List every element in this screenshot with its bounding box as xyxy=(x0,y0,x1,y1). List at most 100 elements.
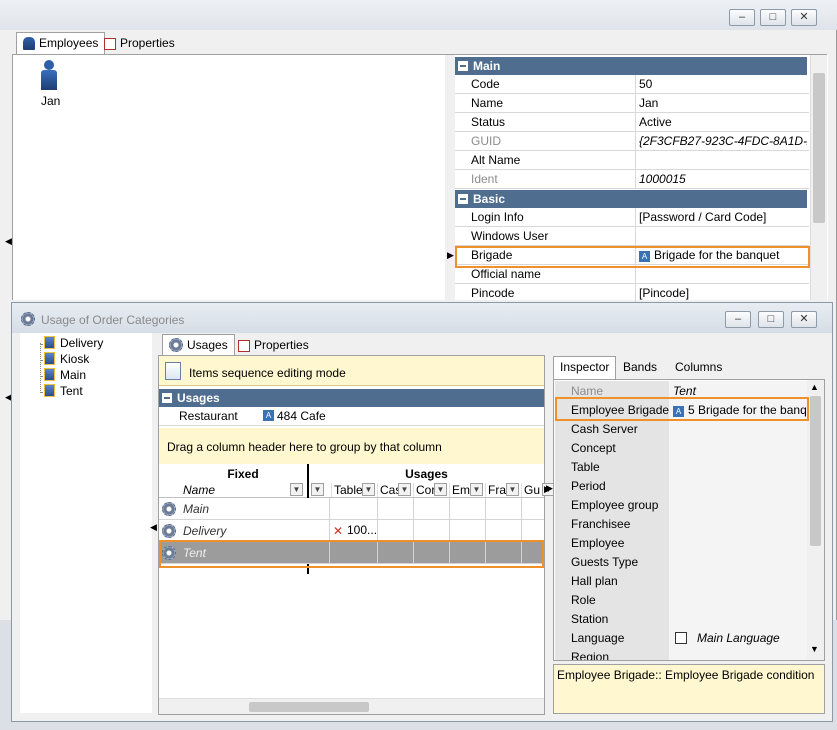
inspector-value[interactable] xyxy=(669,476,807,495)
scroll-thumb[interactable] xyxy=(249,702,369,712)
left-splitter-arrow[interactable]: ◀ xyxy=(5,236,12,247)
band-fixed[interactable]: Fixed xyxy=(179,467,307,481)
tree-item-delivery[interactable]: Delivery xyxy=(44,336,103,352)
usage-maximize-button[interactable]: □ xyxy=(758,311,784,328)
tab-properties[interactable]: Properties xyxy=(98,33,181,55)
inspector-row-station[interactable]: Station xyxy=(555,609,821,628)
chevron-down-icon[interactable]: ▼ xyxy=(398,483,411,496)
inspector-row-guests-type[interactable]: Guests Type xyxy=(555,552,821,571)
panel-splitter-arrow[interactable]: ▶ xyxy=(546,483,553,494)
inspector-value[interactable] xyxy=(669,609,807,628)
tree-item-main[interactable]: Main xyxy=(44,368,86,384)
property-row-ident[interactable]: Ident 1000015 xyxy=(455,170,809,189)
right-splitter-arrow[interactable]: ▶ xyxy=(447,250,454,261)
tree-item-kiosk[interactable]: Kiosk xyxy=(44,352,89,368)
chevron-down-icon[interactable]: ▼ xyxy=(290,483,303,496)
inspector-value[interactable]: Main Language xyxy=(669,628,807,647)
property-value[interactable]: 1000015 xyxy=(639,172,807,186)
chevron-down-icon[interactable]: ▼ xyxy=(506,483,519,496)
property-row-name[interactable]: Name Jan xyxy=(455,94,809,113)
inspector-scrollbar[interactable]: ▲ ▼ xyxy=(807,380,824,660)
inspector-row-region[interactable]: Region xyxy=(555,647,821,660)
inspector-value[interactable] xyxy=(669,647,807,660)
inspector-value[interactable] xyxy=(669,590,807,609)
inspector-row-employee[interactable]: Employee xyxy=(555,533,821,552)
property-row-login-info[interactable]: Login Info [Password / Card Code] xyxy=(455,208,809,227)
property-row-pincode[interactable]: Pincode [Pincode] xyxy=(455,284,809,303)
scroll-thumb[interactable] xyxy=(813,73,825,223)
property-row-guid[interactable]: GUID {2F3CFB27-923C-4FDC-8A1D-A34 xyxy=(455,132,809,151)
inspector-row-employee-group[interactable]: Employee group xyxy=(555,495,821,514)
group-by-area[interactable]: Drag a column header here to group by th… xyxy=(159,428,544,464)
grid-scroll-left[interactable]: ◀ xyxy=(150,522,157,533)
usage-minimize-button[interactable]: – xyxy=(725,311,751,328)
inspector-row-role[interactable]: Role xyxy=(555,590,821,609)
table-row[interactable]: Delivery ✕ 100... xyxy=(159,520,544,542)
chevron-down-icon[interactable]: ▼ xyxy=(434,483,447,496)
section-main[interactable]: Main xyxy=(455,57,807,75)
inspector-row-hall-plan[interactable]: Hall plan xyxy=(555,571,821,590)
property-value[interactable]: 50 xyxy=(639,77,807,91)
property-scrollbar[interactable] xyxy=(810,55,827,300)
col-name[interactable]: Name ▼ xyxy=(183,483,303,497)
remove-icon[interactable]: ✕ xyxy=(333,524,343,538)
mode-bar[interactable]: Items sequence editing mode xyxy=(159,356,544,386)
property-value[interactable]: [Pincode] xyxy=(639,286,807,300)
inspector-value[interactable] xyxy=(669,552,807,571)
minimize-button[interactable]: – xyxy=(729,9,755,26)
property-row-code[interactable]: Code 50 xyxy=(455,75,809,94)
property-name: Status xyxy=(471,115,506,129)
usages-gear-icon xyxy=(169,338,183,352)
property-row-status[interactable]: Status Active xyxy=(455,113,809,132)
col-header[interactable]: Table ▼ xyxy=(331,483,377,497)
chevron-down-icon[interactable]: ▼ xyxy=(311,483,324,496)
close-button[interactable]: ✕ xyxy=(791,9,817,26)
inspector-row-table[interactable]: Table xyxy=(555,457,821,476)
inspector-row-cash-server[interactable]: Cash Server xyxy=(555,419,821,438)
table-row[interactable]: Main xyxy=(159,498,544,520)
inspector-value[interactable] xyxy=(669,571,807,590)
tab-usages[interactable]: Usages xyxy=(162,334,235,357)
language-checkbox[interactable] xyxy=(675,632,687,644)
section-basic[interactable]: Basic xyxy=(455,190,807,208)
section-usages[interactable]: Usages xyxy=(159,389,544,407)
inspector-row-language[interactable]: Language Main Language xyxy=(555,628,821,647)
tab-usage-properties[interactable]: Properties xyxy=(232,335,315,357)
tab-inspector[interactable]: Inspector xyxy=(553,356,617,379)
restaurant-row[interactable]: Restaurant A 484 Cafe xyxy=(159,407,544,426)
property-row-windows-user[interactable]: Windows User xyxy=(455,227,809,246)
inspector-value[interactable] xyxy=(669,438,807,457)
scroll-thumb[interactable] xyxy=(810,396,821,546)
property-value[interactable]: {2F3CFB27-923C-4FDC-8A1D-A34 xyxy=(639,134,807,148)
employee-item[interactable]: Jan xyxy=(36,60,66,108)
inspector-value[interactable] xyxy=(669,495,807,514)
inspector-row-period[interactable]: Period xyxy=(555,476,821,495)
tree-item-tent[interactable]: Tent xyxy=(44,384,83,400)
inspector-value[interactable] xyxy=(669,419,807,438)
usage-close-button[interactable]: ✕ xyxy=(791,311,817,328)
inspector-value[interactable] xyxy=(669,457,807,476)
inspector-row-concept[interactable]: Concept xyxy=(555,438,821,457)
col-header[interactable]: Cas ▼ xyxy=(377,483,413,497)
scroll-down-icon[interactable]: ▼ xyxy=(810,644,819,654)
tab-bands[interactable]: Bands xyxy=(617,357,663,379)
horizontal-scrollbar[interactable] xyxy=(159,698,544,714)
scroll-up-icon[interactable]: ▲ xyxy=(810,382,819,392)
property-value[interactable]: Jan xyxy=(639,96,807,110)
col-header[interactable]: Fra ▼ xyxy=(485,483,521,497)
property-row-alt-name[interactable]: Alt Name xyxy=(455,151,809,170)
tab-columns[interactable]: Columns xyxy=(669,357,728,379)
inspector-name: Station xyxy=(555,609,669,628)
col-header[interactable]: Cor ▼ xyxy=(413,483,449,497)
band-usages[interactable]: Usages xyxy=(309,467,544,481)
col-header[interactable]: Em ▼ xyxy=(449,483,485,497)
inspector-value[interactable] xyxy=(669,514,807,533)
property-value[interactable]: Active xyxy=(639,115,807,129)
tab-employees[interactable]: Employees xyxy=(16,32,106,55)
chevron-down-icon[interactable]: ▼ xyxy=(470,483,483,496)
maximize-button[interactable]: □ xyxy=(760,9,786,26)
inspector-value[interactable] xyxy=(669,533,807,552)
chevron-down-icon[interactable]: ▼ xyxy=(362,483,375,496)
property-value[interactable]: [Password / Card Code] xyxy=(639,210,807,224)
inspector-row-franchisee[interactable]: Franchisee xyxy=(555,514,821,533)
